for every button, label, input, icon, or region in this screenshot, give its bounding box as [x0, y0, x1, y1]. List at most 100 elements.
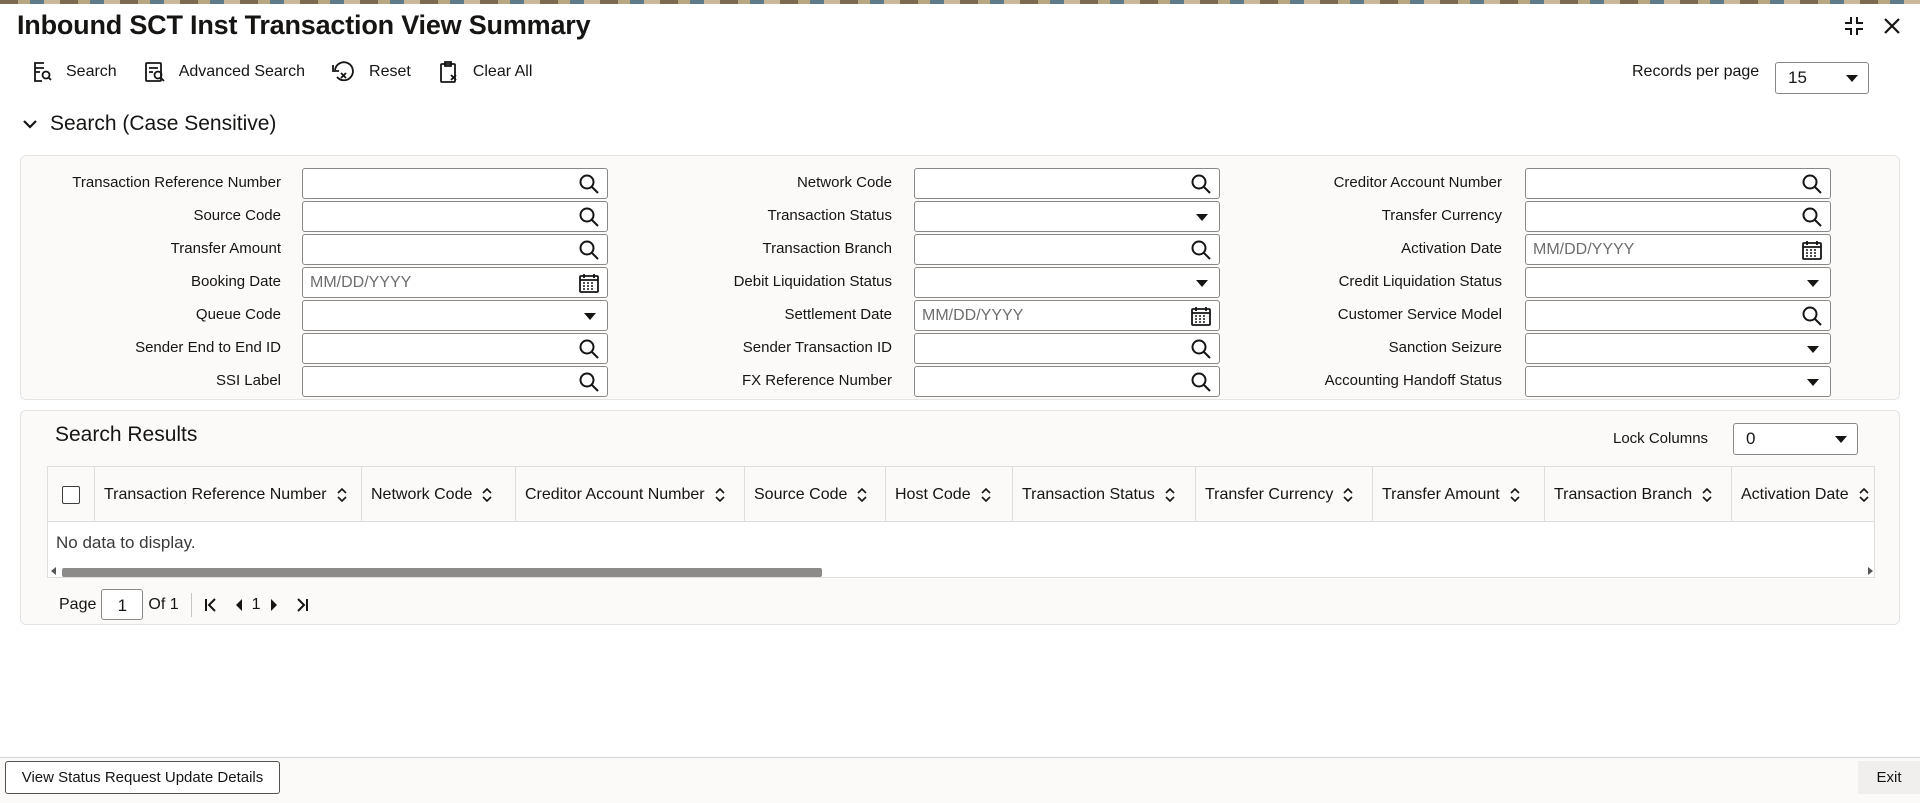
- search-icon[interactable]: [577, 337, 601, 361]
- lock-columns-select[interactable]: 0: [1733, 423, 1858, 455]
- search-icon[interactable]: [1189, 238, 1213, 262]
- search-icon[interactable]: [1800, 205, 1824, 229]
- search-icon[interactable]: [1189, 370, 1213, 394]
- booking-date-field[interactable]: MM/DD/YYYY: [302, 267, 608, 298]
- calendar-icon[interactable]: [1800, 238, 1824, 262]
- column-header-label: Host Code: [895, 485, 971, 503]
- search-button[interactable]: Search: [30, 60, 117, 84]
- chevron-down-icon: [1835, 436, 1847, 443]
- debit-liquidation-status-select[interactable]: [914, 267, 1220, 298]
- fx-reference-number-field[interactable]: [914, 366, 1220, 397]
- search-icon[interactable]: [577, 370, 601, 394]
- accounting-handoff-status-select[interactable]: [1525, 366, 1831, 397]
- activation-date-field[interactable]: MM/DD/YYYY: [1525, 234, 1831, 265]
- transaction-status-select[interactable]: [914, 201, 1220, 232]
- current-page[interactable]: 1: [252, 596, 261, 614]
- network-code-label: Network Code: [796, 174, 892, 191]
- transaction-branch-field[interactable]: [914, 234, 1220, 265]
- network-code-field[interactable]: [914, 168, 1220, 199]
- calendar-icon[interactable]: [1189, 304, 1213, 328]
- clear-all-button[interactable]: Clear All: [437, 60, 532, 84]
- transfer-amount-field[interactable]: [302, 234, 608, 265]
- col-transaction-reference-number[interactable]: Transaction Reference Number: [95, 467, 362, 522]
- sort-icon: [981, 487, 991, 502]
- col-transfer-currency[interactable]: Transfer Currency: [1196, 467, 1373, 522]
- first-page-icon[interactable]: [200, 593, 222, 617]
- sort-icon: [1165, 487, 1175, 502]
- credit-liquidation-status-select[interactable]: [1525, 267, 1831, 298]
- queue-code-label: Queue Code: [195, 306, 281, 323]
- ssi-label-field[interactable]: [302, 366, 608, 397]
- calendar-icon[interactable]: [577, 271, 601, 295]
- transaction-reference-number-field[interactable]: [302, 168, 608, 199]
- col-activation-date[interactable]: Activation Date: [1732, 467, 1874, 522]
- search-icon[interactable]: [577, 172, 601, 196]
- advanced-search-label: Advanced Search: [178, 63, 306, 80]
- col-transfer-amount[interactable]: Transfer Amount: [1373, 467, 1545, 522]
- last-page-icon[interactable]: [291, 593, 313, 617]
- search-icon[interactable]: [1800, 304, 1824, 328]
- col-host-code[interactable]: Host Code: [886, 467, 1013, 522]
- sender-transaction-id-field[interactable]: [914, 333, 1220, 364]
- records-per-page-label: Records per page: [1632, 63, 1760, 80]
- close-icon[interactable]: [1878, 12, 1906, 40]
- minimize-icon[interactable]: [1840, 12, 1868, 40]
- transaction-reference-number-label: Transaction Reference Number: [72, 174, 281, 191]
- settlement-date-field[interactable]: MM/DD/YYYY: [914, 300, 1220, 331]
- chevron-down-icon: [1196, 213, 1208, 221]
- chevron-down-icon: [1807, 345, 1819, 353]
- search-results-panel: Search Results Lock Columns 0 Transactio…: [20, 410, 1900, 625]
- sender-transaction-id-label: Sender Transaction ID: [742, 339, 892, 356]
- search-icon[interactable]: [577, 238, 601, 262]
- sender-end-to-end-id-label: Sender End to End ID: [135, 339, 281, 356]
- scrollbar-thumb[interactable]: [62, 568, 822, 577]
- search-icon[interactable]: [1189, 172, 1213, 196]
- sort-icon: [1343, 487, 1353, 502]
- advanced-search-button[interactable]: Advanced Search: [143, 60, 305, 84]
- empty-table-message: No data to display.: [56, 533, 196, 552]
- transaction-branch-label: Transaction Branch: [762, 240, 892, 257]
- transfer-currency-field[interactable]: [1525, 201, 1831, 232]
- search-icon[interactable]: [1189, 337, 1213, 361]
- column-header-label: Activation Date: [1741, 485, 1849, 503]
- records-per-page-select[interactable]: 15: [1775, 62, 1869, 94]
- header-banner: [0, 0, 1920, 4]
- page-label: Page: [59, 595, 97, 613]
- creditor-account-number-field[interactable]: [1525, 168, 1831, 199]
- search-section-toggle[interactable]: Search (Case Sensitive): [22, 112, 276, 136]
- horizontal-scrollbar[interactable]: [48, 565, 1874, 577]
- source-code-field[interactable]: [302, 201, 608, 232]
- next-page-icon[interactable]: [263, 593, 285, 617]
- page-of-label: Of 1: [148, 595, 179, 613]
- search-doc-icon: [34, 62, 52, 82]
- search-icon[interactable]: [1800, 172, 1824, 196]
- search-icon[interactable]: [577, 205, 601, 229]
- reset-button[interactable]: Reset: [331, 60, 411, 84]
- settlement-date-placeholder: MM/DD/YYYY: [922, 307, 1024, 324]
- customer-service-model-field[interactable]: [1525, 300, 1831, 331]
- sender-end-to-end-id-field[interactable]: [302, 333, 608, 364]
- col-network-code[interactable]: Network Code: [362, 467, 516, 522]
- col-transaction-branch[interactable]: Transaction Branch: [1545, 467, 1732, 522]
- settlement-date-label: Settlement Date: [784, 306, 892, 323]
- previous-page-icon[interactable]: [228, 593, 250, 617]
- sort-icon: [857, 487, 867, 502]
- col-transaction-status[interactable]: Transaction Status: [1013, 467, 1196, 522]
- chevron-down-icon: [584, 312, 596, 320]
- page-number-input[interactable]: 1: [101, 589, 144, 620]
- scroll-left-icon[interactable]: [51, 567, 56, 575]
- credit-liquidation-status-label: Credit Liquidation Status: [1338, 273, 1502, 290]
- view-status-request-update-details-button[interactable]: View Status Request Update Details: [5, 761, 280, 794]
- col-source-code[interactable]: Source Code: [745, 467, 886, 522]
- search-results-title: Search Results: [55, 423, 198, 446]
- col-creditor-account-number[interactable]: Creditor Account Number: [516, 467, 745, 522]
- page-title: Inbound SCT Inst Transaction View Summar…: [17, 10, 591, 40]
- sanction-seizure-select[interactable]: [1525, 333, 1831, 364]
- exit-button[interactable]: Exit: [1858, 761, 1920, 794]
- transaction-status-label: Transaction Status: [767, 207, 892, 224]
- select-all-checkbox[interactable]: [62, 486, 80, 504]
- clipboard-icon: [439, 61, 457, 83]
- queue-code-select[interactable]: [302, 300, 608, 331]
- column-header-label: Transaction Reference Number: [104, 485, 327, 503]
- scroll-right-icon[interactable]: [1868, 567, 1873, 575]
